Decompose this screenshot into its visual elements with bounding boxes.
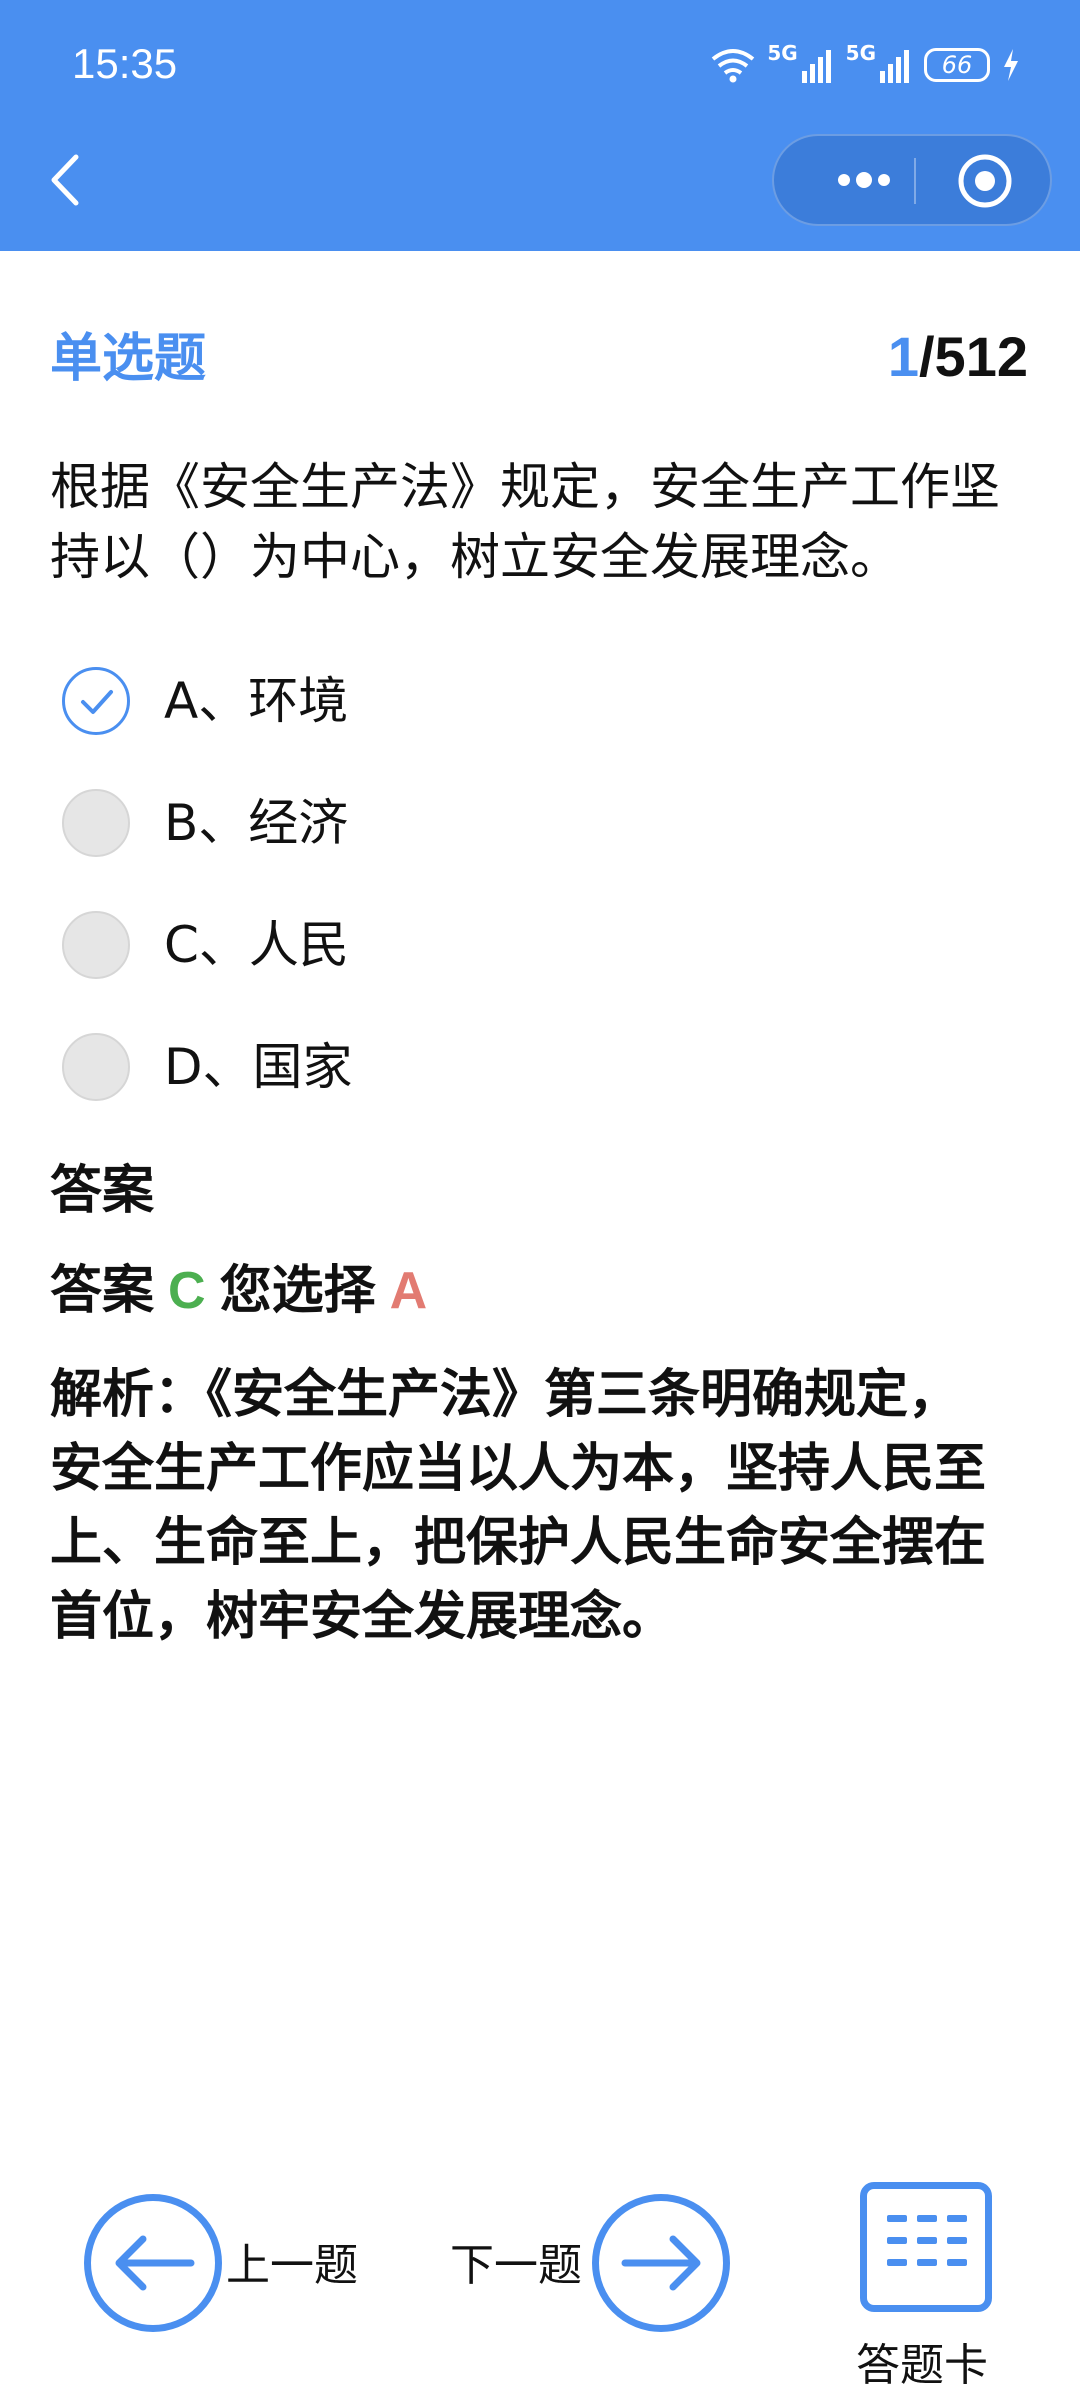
back-button[interactable] <box>40 145 90 215</box>
answer-card-button[interactable] <box>860 2182 992 2312</box>
answer-card-label[interactable]: 答题卡 <box>856 2338 988 2394</box>
option-label: B、经济 <box>164 794 349 852</box>
your-choice-label: 您选择 <box>219 1261 376 1321</box>
radio-checked[interactable] <box>62 667 130 735</box>
answer-heading: 答案 <box>50 1161 155 1221</box>
chevron-left-icon <box>51 154 79 206</box>
option-d[interactable]: D、国家 <box>62 1006 353 1128</box>
signal-bars-icon <box>801 50 831 83</box>
charging-bolt-icon <box>1004 49 1018 81</box>
more-dots-icon <box>838 172 890 188</box>
prev-label[interactable]: 上一题 <box>226 2238 358 2294</box>
battery-indicator: 66 <box>924 48 990 82</box>
option-label: A、环境 <box>164 672 349 730</box>
current-index: 1 <box>887 325 919 388</box>
your-choice: A <box>389 1262 428 1320</box>
signal-label-2: 5G <box>845 41 876 65</box>
option-label: D、国家 <box>164 1038 353 1096</box>
answer-result: 答案 C 您选择 A <box>50 1258 427 1324</box>
radio-unchecked[interactable] <box>62 1033 130 1101</box>
close-button[interactable] <box>954 150 1016 212</box>
answer-prefix: 答案 <box>50 1261 155 1321</box>
capsule-divider <box>914 158 916 204</box>
more-button[interactable] <box>814 136 914 224</box>
question-type: 单选题 <box>50 329 207 389</box>
correct-answer: C <box>168 1262 206 1320</box>
total-count: /512 <box>919 325 1028 388</box>
options-list: A、环境 B、经济 C、人民 D、国家 <box>62 640 353 1128</box>
mini-program-capsule <box>772 134 1052 226</box>
option-c[interactable]: C、人民 <box>62 884 353 1006</box>
status-time: 15:35 <box>72 40 178 87</box>
status-icons: 5G 5G 66 <box>711 41 1020 88</box>
option-a[interactable]: A、环境 <box>62 640 353 762</box>
prev-button[interactable] <box>84 2194 222 2332</box>
next-label[interactable]: 下一题 <box>450 2238 582 2294</box>
top-bar: 15:35 5G 5G 66 <box>0 0 1080 251</box>
question-text: 根据《安全生产法》规定，安全生产工作坚持以（）为中心，树立安全发展理念。 <box>50 458 1000 586</box>
arrow-right-icon <box>621 2235 701 2291</box>
target-circle-icon <box>958 154 1012 208</box>
option-label: C、人民 <box>164 916 349 974</box>
next-button[interactable] <box>592 2194 730 2332</box>
question-counter: 1/512 <box>888 324 1028 390</box>
answer-card-icon <box>887 2215 967 2266</box>
battery-level: 66 <box>941 51 973 79</box>
bottom-nav: 上一题 下一题 答题卡 <box>0 2170 1080 2398</box>
wifi-icon <box>712 49 755 83</box>
radio-unchecked[interactable] <box>62 911 130 979</box>
signal-bars-icon <box>880 50 909 83</box>
analysis-text: 解析：《安全生产法》第三条明确规定，安全生产工作应当以人为本，坚持人民至上、生命… <box>50 1365 987 1647</box>
radio-unchecked[interactable] <box>62 789 130 857</box>
option-b[interactable]: B、经济 <box>62 762 353 884</box>
check-icon <box>81 690 113 714</box>
arrow-left-icon <box>115 2235 195 2291</box>
signal-label-1: 5G <box>767 41 798 65</box>
